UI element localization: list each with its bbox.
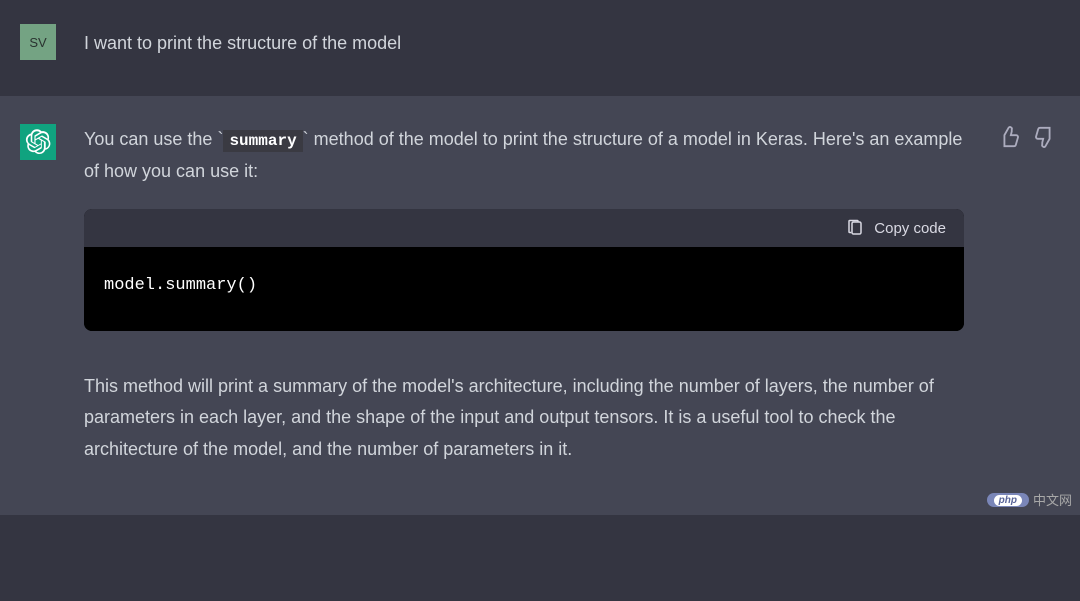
clipboard-icon [846,219,864,237]
php-badge: php [987,493,1029,507]
user-avatar: SV [20,24,56,60]
assistant-avatar [20,124,56,160]
feedback-buttons [998,126,1056,148]
assistant-explanation: This method will print a summary of the … [84,371,964,466]
openai-logo-icon [25,129,51,155]
thumbs-up-icon [998,126,1020,148]
code-text: model.summary() [104,276,257,295]
inline-code: summary [223,130,302,152]
user-avatar-initials: SV [29,35,46,50]
assistant-message-content: You can use the `summary` method of the … [84,124,964,465]
code-block-header: Copy code [84,209,964,247]
user-message-row: SV I want to print the structure of the … [0,0,1080,96]
assistant-intro-before: You can use the [84,129,217,149]
thumbs-down-icon [1034,126,1056,148]
watermark: php 中文网 [987,490,1072,509]
code-block: Copy code model.summary() [84,209,964,331]
user-message-text: I want to print the structure of the mod… [84,28,964,60]
assistant-intro-paragraph: You can use the `summary` method of the … [84,124,964,187]
copy-code-button[interactable]: Copy code [846,219,946,237]
copy-code-label: Copy code [874,220,946,237]
watermark-text: 中文网 [1033,490,1072,509]
user-message-content: I want to print the structure of the mod… [84,24,964,60]
thumbs-up-button[interactable] [998,126,1020,148]
thumbs-down-button[interactable] [1034,126,1056,148]
assistant-message-row: You can use the `summary` method of the … [0,96,1080,515]
php-badge-text: php [994,495,1022,506]
code-body: model.summary() [84,247,964,331]
